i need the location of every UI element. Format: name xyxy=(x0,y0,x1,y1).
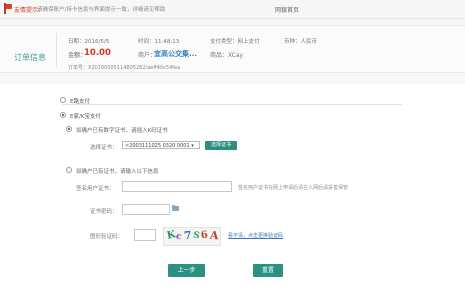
order-info-label: 订单信息 xyxy=(14,53,46,62)
order-time: 时间：11:48:13 xyxy=(138,39,180,45)
order-date: 日期：2016/5/5 xyxy=(68,39,110,45)
cert-existing-label: 如确户已有数字证书，请插入K码证书 xyxy=(76,128,168,134)
order-number-value: X20160505114805282/aeff40c54fea xyxy=(88,65,181,71)
product-label: 商品：XCay xyxy=(210,52,244,59)
amount-value: 10.00 xyxy=(84,48,111,58)
captcha-image[interactable]: K c 7 S 6 A xyxy=(163,227,221,246)
select-cert-button[interactable]: 选择证书 xyxy=(205,141,237,150)
captcha-char: c xyxy=(175,231,183,243)
captcha-char: 7 xyxy=(183,228,193,243)
captcha-char: A xyxy=(209,228,220,243)
captcha-label: 图形验证码： xyxy=(90,234,124,240)
cert-field-label: 签名用户证书： xyxy=(76,186,115,192)
password-label: 证书密码： xyxy=(90,209,118,215)
captcha-input[interactable] xyxy=(134,229,156,241)
folder-icon[interactable] xyxy=(172,204,179,211)
cert-hint: 签名用户证书在网上申请后请在入网后请妥善保管 xyxy=(238,185,349,191)
merchant-value: 宜高公交集... xyxy=(154,50,197,58)
captcha-char: 6 xyxy=(200,229,209,242)
select-cert-label: 选择证书： xyxy=(90,145,118,151)
cert-new-radio[interactable] xyxy=(66,167,72,173)
notice-text: 请确保账户/持卡信息与界面提示一致，详细请见帮助 xyxy=(37,7,166,13)
refresh-captcha-link[interactable]: 看不清，点击更换验证码 xyxy=(228,232,283,239)
cert-select[interactable]: <2003111025 0320 0001 ▾ xyxy=(122,141,200,149)
payment-divider xyxy=(62,104,402,105)
prev-button[interactable]: 上一步 xyxy=(168,264,205,277)
e-pay-radio[interactable] xyxy=(60,97,66,103)
help-link[interactable]: 网银首页 xyxy=(275,5,299,14)
cert-input[interactable] xyxy=(122,181,232,192)
order-number-label: 订单号： xyxy=(68,65,89,71)
reset-button[interactable]: 重置 xyxy=(253,264,283,277)
order-divider xyxy=(56,33,57,67)
order-pay-type: 支付类型：网上支付 xyxy=(210,39,260,45)
k-pay-label: E家/K宝支付 xyxy=(70,114,101,120)
order-number: 订单号：X20160505114805282/aeff40c54fea xyxy=(68,64,180,71)
flag-icon xyxy=(3,3,13,14)
cert-existing-radio[interactable] xyxy=(66,126,72,132)
order-currency: 币种：人民币 xyxy=(284,39,318,45)
k-pay-radio[interactable] xyxy=(60,112,66,118)
cert-new-label: 如确户已有证书，请输入以下信息 xyxy=(76,169,159,175)
password-input[interactable] xyxy=(122,204,170,215)
captcha-char: S xyxy=(191,230,201,242)
